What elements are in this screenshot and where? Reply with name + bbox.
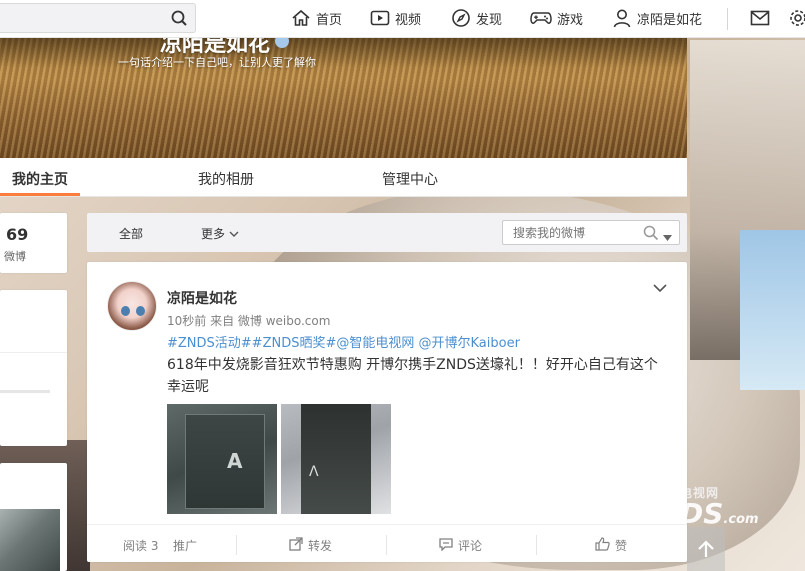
- filter-all[interactable]: 全部: [119, 225, 143, 242]
- search-icon[interactable]: [171, 10, 187, 30]
- comment-button[interactable]: 评论: [439, 537, 482, 554]
- nav-discover[interactable]: 发现: [451, 8, 502, 28]
- post-author[interactable]: 凉陌是如花: [167, 288, 237, 308]
- filter-more-dropdown[interactable]: 更多: [201, 225, 239, 242]
- thumbs-up-icon: [595, 537, 610, 554]
- profile-tabbar: 我的主页 我的相册 管理中心: [0, 158, 687, 197]
- post-text: 618年中发烧影音狂欢节特惠购 开博尔携手ZNDS送壕礼！！好开心自己有这个幸运…: [167, 357, 658, 395]
- like-button[interactable]: 赞: [595, 537, 627, 554]
- chevron-down-icon: [229, 227, 239, 241]
- post-tags[interactable]: #ZNDS活动##ZNDS晒奖#@智能电视网 @开博尔Kaiboer: [167, 332, 520, 351]
- weibo-post: 凉陌是如花 10秒前 来自 微博 weibo.com #ZNDS活动##ZNDS…: [87, 262, 687, 562]
- like-label: 赞: [615, 539, 628, 553]
- comment-label: 评论: [458, 539, 483, 553]
- nav-games[interactable]: 游戏: [530, 8, 583, 28]
- top-nav: 首页 视频 发现 游戏 凉陌是如花: [0, 0, 805, 38]
- nav-video-label: 视频: [395, 12, 422, 28]
- tab-home[interactable]: 我的主页: [12, 169, 68, 189]
- user-icon: [612, 8, 632, 28]
- site-watermark: 电视网 DS.com: [680, 484, 759, 533]
- tab-album[interactable]: 我的相册: [198, 169, 254, 189]
- feed-search-input[interactable]: [503, 221, 633, 244]
- post-meta: 10秒前 来自 微博 weibo.com: [167, 314, 331, 328]
- nav-settings[interactable]: [789, 8, 805, 28]
- weibo-count-label: 微博: [4, 250, 26, 263]
- nav-home-label: 首页: [316, 12, 343, 28]
- nav-profile-label: 凉陌是如花: [637, 12, 703, 28]
- repost-label: 转发: [308, 539, 333, 553]
- nav-home[interactable]: 首页: [291, 8, 342, 28]
- info-card: [0, 290, 67, 446]
- search-icon[interactable]: [643, 225, 659, 245]
- chevron-down-icon[interactable]: [653, 282, 667, 297]
- watermark-suffix: .com: [723, 512, 759, 527]
- progress-bar: [0, 390, 50, 393]
- nav-profile[interactable]: 凉陌是如花: [612, 8, 702, 28]
- weibo-count-card[interactable]: 69 微博: [0, 213, 67, 273]
- compass-icon: [451, 8, 471, 28]
- weibo-count: 69: [6, 225, 29, 244]
- post-image-2[interactable]: Λ: [281, 404, 391, 514]
- mail-icon: [750, 10, 770, 26]
- video-icon: [370, 9, 390, 27]
- comment-icon: [439, 537, 453, 554]
- promote-label: 推广: [173, 539, 198, 553]
- promote-button[interactable]: 推广: [173, 537, 197, 554]
- global-search-input[interactable]: [0, 4, 160, 32]
- repost-button[interactable]: 转发: [289, 537, 332, 554]
- profile-bio[interactable]: 一句话介绍一下自己吧，让别人更了解你: [118, 54, 316, 70]
- caret-down-icon[interactable]: [663, 230, 672, 245]
- profile-cover: 凉陌是如花 一句话介绍一下自己吧，让别人更了解你: [0, 38, 687, 158]
- post-action-bar: 阅读 3 推广 转发 评论 赞: [87, 524, 687, 562]
- tab-management[interactable]: 管理中心: [382, 169, 438, 189]
- avatar[interactable]: [107, 281, 157, 331]
- tab-active-indicator: [0, 193, 80, 196]
- nav-divider: [727, 8, 728, 30]
- read-count: 阅读 3: [123, 537, 158, 554]
- gear-icon: [789, 9, 805, 27]
- repost-icon: [289, 537, 303, 554]
- feed-search: [502, 220, 680, 245]
- feed-filter-bar: 全部 更多: [87, 213, 687, 252]
- filter-more-label: 更多: [201, 227, 226, 241]
- read-count-label: 阅读 3: [123, 539, 159, 553]
- nav-discover-label: 发现: [476, 12, 503, 28]
- nav-video[interactable]: 视频: [370, 8, 421, 28]
- back-to-top-button[interactable]: [687, 527, 725, 571]
- global-search: [0, 3, 196, 33]
- home-icon: [291, 9, 311, 27]
- photo-card: [0, 463, 67, 571]
- post-image-1[interactable]: A: [167, 404, 277, 514]
- gamepad-icon: [530, 9, 552, 27]
- nav-messages[interactable]: [750, 8, 770, 28]
- album-thumbnail[interactable]: [0, 509, 60, 571]
- nav-games-label: 游戏: [557, 12, 584, 28]
